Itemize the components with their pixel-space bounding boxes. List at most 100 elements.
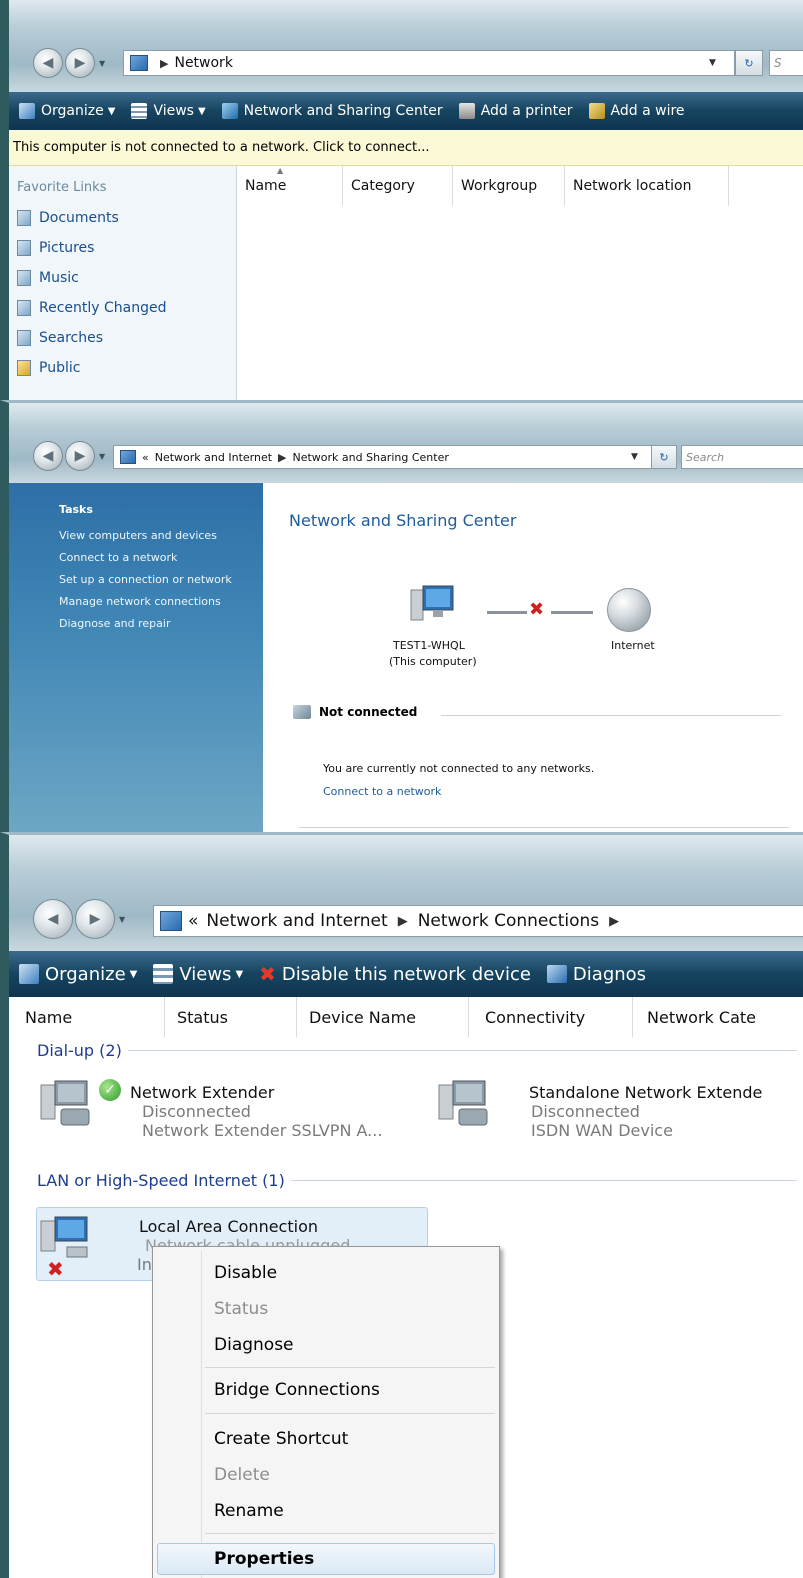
search-placeholder: Search [686,450,725,464]
back-button[interactable]: ◀ [33,48,63,78]
page-title: Network and Sharing Center [289,511,517,530]
favorite-link-public[interactable]: Public [9,353,236,383]
address-bar[interactable]: « Network and Internet ▶ Network Connect… [153,905,803,937]
menu-item-diagnose[interactable]: Diagnose [153,1329,499,1361]
column-header-label: Status [177,1007,228,1027]
address-bar[interactable]: « Network and Internet ▶ Network and Sha… [113,445,653,469]
views-button[interactable]: Views ▼ [131,103,206,119]
add-printer-button[interactable]: Add a printer [458,103,573,119]
menu-item-rename[interactable]: Rename [153,1495,499,1527]
views-button[interactable]: Views ▼ [153,964,243,985]
organize-button[interactable]: Organize ▼ [19,964,137,985]
favorite-link-recently-changed[interactable]: Recently Changed [9,293,236,323]
tasks-pane: Tasks View computers and devices Connect… [9,483,263,832]
column-header-network-location[interactable]: Network location [565,166,729,206]
column-header-label: Name [245,178,287,194]
column-header-workgroup[interactable]: Workgroup [453,166,565,206]
group-header-label: LAN or High-Speed Internet (1) [37,1171,285,1190]
refresh-button[interactable]: ↻ [735,50,763,76]
address-bar[interactable]: ▶ Network [123,50,735,76]
group-header-lan[interactable]: LAN or High-Speed Internet (1) [37,1171,797,1190]
nav-buttons: ◀ ▶ ▼ [33,48,105,78]
chevron-down-icon: ▼ [197,105,206,117]
menu-item-create-shortcut[interactable]: Create Shortcut [153,1423,499,1455]
favorite-link-pictures[interactable]: Pictures [9,233,236,263]
add-wireless-button[interactable]: Add a wire [588,103,685,119]
task-diagnose-repair[interactable]: Diagnose and repair [59,612,263,634]
favorite-links-title: Favorite Links [17,180,107,195]
task-manage-connections[interactable]: Manage network connections [59,590,263,612]
network-icon [130,55,148,71]
internet-label: Internet [611,639,655,652]
search-input[interactable]: Search [681,445,803,469]
recent-pages-dropdown[interactable]: ▼ [119,915,125,924]
search-placeholder: S [774,56,782,70]
disable-device-button[interactable]: ✖ Disable this network device [259,962,531,986]
add-printer-label: Add a printer [480,103,573,119]
breadcrumb-network-sharing-center[interactable]: Network and Sharing Center [293,451,449,464]
menu-item-bridge-connections[interactable]: Bridge Connections [153,1374,499,1406]
task-connect-to-network[interactable]: Connect to a network [59,546,263,568]
tasks-title: Tasks [59,503,93,516]
forward-button[interactable]: ▶ [75,899,115,939]
favorite-link-label: Documents [39,210,119,226]
breadcrumb-network-and-internet[interactable]: Network and Internet [206,911,387,931]
recent-pages-dropdown[interactable]: ▼ [99,59,105,68]
address-dropdown-icon[interactable]: ▼ [631,452,638,462]
refresh-button[interactable]: ↻ [651,445,677,469]
breadcrumb-network[interactable]: Network [174,55,232,71]
column-header-name[interactable]: Name [9,997,165,1037]
column-header-category[interactable]: Category [343,166,453,206]
back-button[interactable]: ◀ [33,441,63,471]
connect-to-network-link[interactable]: Connect to a network [323,785,441,798]
network-sharing-center-button[interactable]: Network and Sharing Center [221,103,443,119]
back-button[interactable]: ◀ [33,899,73,939]
column-header-network-category[interactable]: Network Cate [633,997,803,1037]
column-header-connectivity[interactable]: Connectivity [469,997,633,1037]
favorite-link-documents[interactable]: Documents [9,203,236,233]
diagnose-button[interactable]: Diagnos [546,964,646,985]
recent-pages-dropdown[interactable]: ▼ [99,452,105,461]
forward-button[interactable]: ▶ [65,48,95,78]
sort-ascending-icon: ▲ [277,166,284,175]
divider [299,827,789,828]
task-set-up-connection[interactable]: Set up a connection or network [59,568,263,590]
breadcrumb-overflow[interactable]: « [188,911,198,931]
menu-item-delete: Delete [214,1465,270,1485]
disconnected-x-icon: ✖ [529,599,545,620]
group-header-label: Dial-up (2) [37,1041,122,1060]
dialup-connection-icon [40,1080,90,1126]
views-icon [153,964,174,984]
chevron-down-icon: ▼ [129,968,138,980]
group-header-dialup[interactable]: Dial-up (2) [37,1041,797,1060]
status-heading-label: Not connected [319,705,418,719]
documents-icon [17,210,31,226]
breadcrumb-network-and-internet[interactable]: Network and Internet [155,451,272,464]
favorite-link-label: Pictures [39,240,95,256]
connection-network-extender[interactable]: Network Extender Disconnected Network Ex… [124,1083,382,1140]
address-dropdown-icon[interactable]: ▼ [709,58,716,68]
command-bar: Organize ▼ Views ▼ ✖ Disable this networ… [9,951,803,997]
menu-item-disable[interactable]: Disable [153,1257,499,1289]
column-header-name[interactable]: ▲ Name [237,166,343,206]
info-bar[interactable]: This computer is not connected to a netw… [9,130,803,166]
organize-button[interactable]: Organize ▼ [19,103,115,119]
menu-item-properties[interactable]: Properties [157,1543,495,1575]
column-header-label: Device Name [309,1007,417,1027]
task-view-computers[interactable]: View computers and devices [59,524,263,546]
forward-button[interactable]: ▶ [65,441,95,471]
menu-item-status: Status [214,1299,269,1319]
internet-globe-icon [607,588,651,632]
column-header-status[interactable]: Status [165,997,297,1037]
favorite-link-music[interactable]: Music [9,263,236,293]
breadcrumb-overflow[interactable]: « [142,451,149,464]
diagnose-icon [546,965,567,983]
breadcrumb-network-connections[interactable]: Network Connections [418,911,599,931]
network-connections-window: ◀ ▶ ▼ « Network and Internet ▶ Network C… [0,832,803,1578]
computer-name: TEST1-WHQL [393,639,465,652]
connection-standalone-network-extender[interactable]: Standalone Network Extende Disconnected … [515,1083,762,1140]
search-input[interactable]: S [769,50,803,76]
favorite-link-searches[interactable]: Searches [9,323,236,353]
column-header-device-name[interactable]: Device Name [297,997,469,1037]
status-heading: Not connected [293,705,417,719]
